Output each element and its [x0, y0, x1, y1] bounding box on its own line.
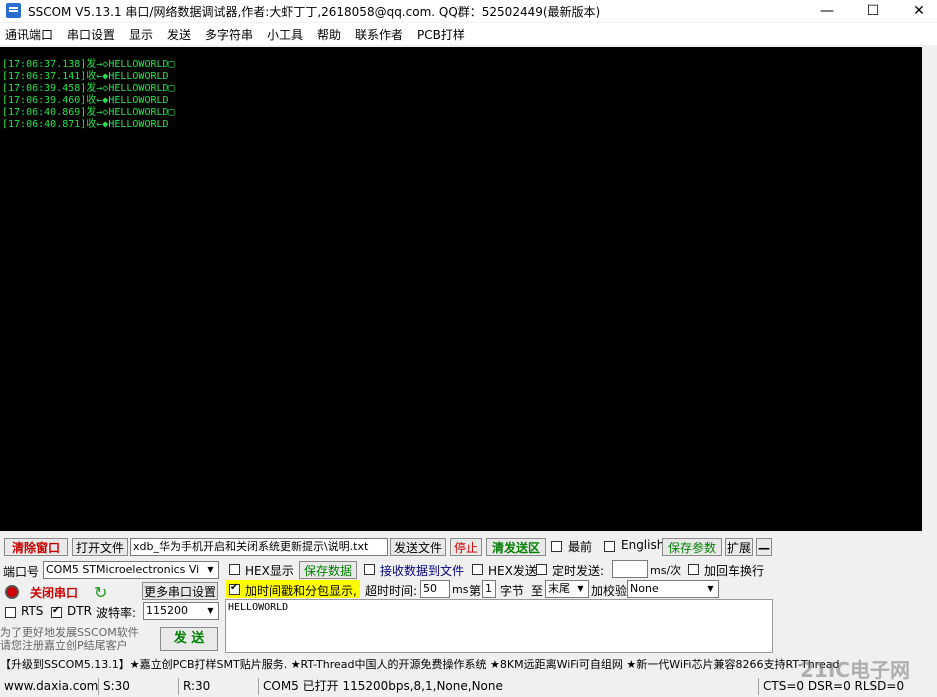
- timed-send-label: 定时发送:: [552, 564, 605, 578]
- recv-to-file-checkbox[interactable]: [364, 564, 375, 575]
- console-line: [17:06:37.141]收←◆HELLOWORLD: [2, 71, 169, 82]
- clear-send-button[interactable]: 清发送区: [486, 538, 546, 556]
- menu-tools[interactable]: 小工具: [267, 26, 303, 43]
- menu-contact-author[interactable]: 联系作者: [355, 26, 403, 43]
- timestamp-checkbox[interactable]: [229, 582, 240, 595]
- timestamp-label: 加时间戳和分包显示,: [245, 584, 357, 598]
- ms-label: ms: [452, 583, 469, 596]
- send-button[interactable]: 发 送: [160, 627, 218, 651]
- timeout-label: 超时时间:: [365, 584, 418, 598]
- recv-to-file-button[interactable]: 接收数据到文件: [380, 562, 464, 579]
- checksum-label: 加校验: [591, 584, 628, 598]
- rts-checkbox[interactable]: [5, 607, 16, 618]
- chevron-down-icon[interactable]: ▼: [203, 562, 218, 578]
- port-label: 端口号: [3, 565, 40, 579]
- website-link[interactable]: www.daxia.com: [0, 678, 98, 695]
- clear-window-button[interactable]: 清除窗口: [4, 538, 68, 556]
- top-most-label: 最前: [568, 540, 593, 554]
- menu-help[interactable]: 帮助: [317, 26, 341, 43]
- hex-send-label: HEX发送: [488, 564, 537, 578]
- maximize-button[interactable]: ☐: [853, 0, 893, 22]
- dtr-label: DTR: [67, 604, 92, 618]
- hex-send-checkbox[interactable]: [472, 564, 483, 575]
- menu-display[interactable]: 显示: [129, 26, 153, 43]
- console-line: [17:06:40.871]收←◆HELLOWORLD: [2, 119, 169, 130]
- stop-button[interactable]: 停止: [450, 538, 482, 556]
- watermark: 21IC电子网: [800, 658, 910, 682]
- news-ticker[interactable]: 【升级到SSCOM5.13.1】★嘉立创PCB打样SMT贴片服务. ★RT-Th…: [0, 656, 937, 674]
- open-file-button[interactable]: 打开文件: [72, 538, 128, 556]
- menu-comm-port[interactable]: 通讯端口: [5, 26, 53, 43]
- top-most-checkbox[interactable]: [551, 541, 562, 552]
- timed-send-checkbox[interactable]: [536, 564, 547, 575]
- refresh-icon[interactable]: ↻: [94, 583, 107, 602]
- chevron-down-icon[interactable]: ▼: [573, 581, 588, 597]
- to-label: 至: [531, 584, 544, 598]
- collapse-button[interactable]: —: [756, 538, 772, 556]
- promo-line: 请您注册嘉立创P结尾客户: [0, 639, 128, 652]
- recv-count: R:30: [178, 678, 210, 695]
- file-path-input[interactable]: xdb_华为手机开启和关闭系统更新提示\说明.txt: [130, 538, 388, 556]
- baud-label: 波特率:: [96, 606, 137, 620]
- byte-from-label: 第: [469, 584, 482, 598]
- menu-send[interactable]: 发送: [167, 26, 191, 43]
- dtr-checkbox[interactable]: [51, 605, 62, 618]
- menu-bar: 通讯端口 串口设置 显示 发送 多字符串 小工具 帮助 联系作者 PCB打样: [0, 23, 937, 45]
- send-text-area[interactable]: HELLOWORLD: [225, 599, 773, 653]
- close-port-button[interactable]: 关闭串口: [30, 584, 78, 601]
- timed-send-interval-input[interactable]: [612, 560, 648, 578]
- close-button[interactable]: ✕: [899, 0, 937, 22]
- console-line: [17:06:37.138]发→◇HELLOWORLD□: [2, 59, 175, 70]
- byte-label: 字节: [500, 584, 525, 598]
- hex-display-checkbox[interactable]: [229, 564, 240, 575]
- status-bar: www.daxia.com S:30 R:30 COM5 已打开 115200b…: [0, 676, 937, 697]
- console-scrollbar[interactable]: [922, 47, 937, 531]
- timeout-input[interactable]: 50: [420, 580, 450, 598]
- app-icon: [6, 3, 21, 18]
- menu-multi-string[interactable]: 多字符串: [205, 26, 253, 43]
- save-data-button[interactable]: 保存数据: [299, 561, 357, 579]
- expand-button[interactable]: 扩展: [725, 538, 753, 556]
- record-icon: [5, 585, 19, 599]
- sent-count: S:30: [98, 678, 130, 695]
- console-line: [17:06:39.458]发→◇HELLOWORLD□: [2, 83, 175, 94]
- window-title: SSCOM V5.13.1 串口/网络数据调试器,作者:大虾丁丁,2618058…: [28, 5, 601, 19]
- minimize-button[interactable]: —: [807, 0, 847, 22]
- menu-serial-settings[interactable]: 串口设置: [67, 26, 115, 43]
- send-file-button[interactable]: 发送文件: [390, 538, 446, 556]
- promo-text: 为了更好地发展SSCOM软件 请您注册嘉立创P结尾客户: [0, 626, 139, 652]
- add-crlf-checkbox[interactable]: [688, 564, 699, 575]
- more-serial-settings-button[interactable]: 更多串口设置: [142, 582, 218, 600]
- promo-line: 为了更好地发展SSCOM软件: [0, 626, 139, 639]
- menu-pcb[interactable]: PCB打样: [417, 26, 465, 43]
- console-line: [17:06:39.460]收←◆HELLOWORLD: [2, 95, 169, 106]
- receive-console[interactable]: [17:06:37.138]发→◇HELLOWORLD□ [17:06:37.1…: [0, 47, 922, 531]
- english-label: English: [621, 538, 665, 552]
- byte-from-input[interactable]: 1: [482, 580, 496, 598]
- save-params-button[interactable]: 保存参数: [662, 538, 722, 556]
- port-select[interactable]: COM5 STMicroelectronics Vi: [43, 561, 219, 579]
- hex-display-label: HEX显示: [245, 564, 294, 578]
- console-line: [17:06:40.869]发→◇HELLOWORLD□: [2, 107, 175, 118]
- chevron-down-icon[interactable]: ▼: [203, 603, 218, 619]
- chevron-down-icon[interactable]: ▼: [703, 581, 718, 597]
- ms-per-label: ms/次: [650, 564, 682, 577]
- console-log: [17:06:37.138]发→◇HELLOWORLD□ [17:06:37.1…: [2, 59, 175, 131]
- port-status: COM5 已打开 115200bps,8,1,None,None: [258, 678, 503, 695]
- add-crlf-label: 加回车换行: [704, 564, 765, 578]
- english-checkbox[interactable]: [604, 541, 615, 552]
- rts-label: RTS: [21, 604, 44, 618]
- title-bar: SSCOM V5.13.1 串口/网络数据调试器,作者:大虾丁丁,2618058…: [0, 0, 937, 22]
